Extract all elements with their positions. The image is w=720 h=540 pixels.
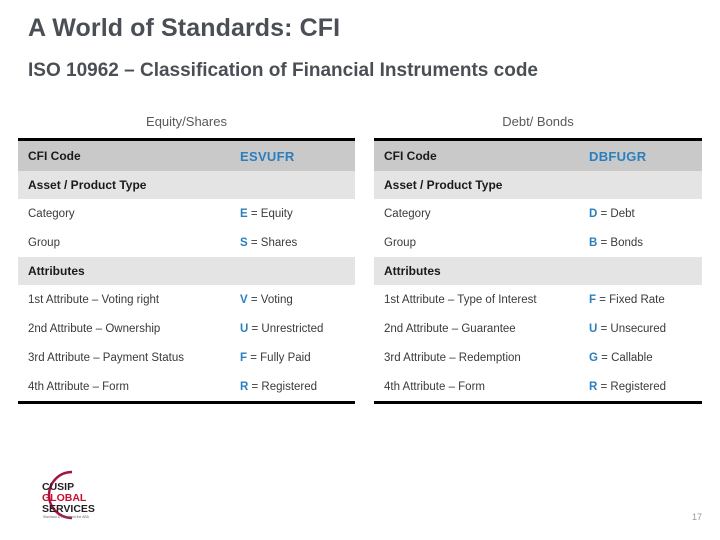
table-row: CFI Code ESVUFR [18,141,355,171]
cfi-table-debt: CFI Code DBFUGR Asset / Product Type Cat… [374,138,702,404]
row-label: 3rd Attribute – Redemption [374,352,589,364]
row-label: 4th Attribute – Form [374,381,589,393]
row-code-meaning: = Unrestricted [252,323,324,335]
page-number: 17 [692,512,702,522]
row-code-letter: F [589,294,596,306]
table-row: 4th Attribute – Form R = Registered [18,372,355,401]
cfi-code-label: CFI Code [374,149,589,163]
row-value: V = Voting [240,294,355,306]
row-value: R = Registered [589,381,702,393]
row-code-meaning: = Fully Paid [250,352,310,364]
column-caption-equity: Equity/Shares [18,114,355,129]
row-code-letter: R [589,381,597,393]
row-value: U = Unsecured [589,323,702,335]
row-code-letter: V [240,294,248,306]
section-heading-row: Attributes [374,257,702,285]
row-code-meaning: = Voting [251,294,293,306]
row-code-letter: R [240,381,248,393]
row-value: D = Debt [589,208,702,220]
row-code-letter: S [240,237,248,249]
table-row: 4th Attribute – Form R = Registered [374,372,702,401]
cfi-code-label: CFI Code [18,149,240,163]
row-code-letter: U [589,323,597,335]
cusip-global-services-logo: CUSIP GLOBAL SERVICES Standard & Poor's … [22,468,98,522]
row-value: F = Fully Paid [240,352,355,364]
table-row: Category E = Equity [18,199,355,228]
section-heading-row: Attributes [18,257,355,285]
row-code-meaning: = Debt [601,208,635,220]
table-row: Category D = Debt [374,199,702,228]
section-heading-row: Asset / Product Type [18,171,355,199]
row-code-letter: F [240,352,247,364]
row-code-meaning: = Equity [251,208,293,220]
row-code-meaning: = Bonds [601,237,644,249]
row-value: F = Fixed Rate [589,294,702,306]
row-code-letter: E [240,208,248,220]
cfi-code-value: DBFUGR [589,149,702,164]
row-label: 2nd Attribute – Guarantee [374,323,589,335]
table-row: CFI Code DBFUGR [374,141,702,171]
column-caption-debt: Debt/ Bonds [374,114,702,129]
row-code-letter: G [589,352,598,364]
row-code-meaning: = Shares [251,237,297,249]
table-row: 1st Attribute – Voting right V = Voting [18,285,355,314]
cfi-code-value: ESVUFR [240,149,355,164]
row-label: Group [18,237,240,249]
row-code-meaning: = Registered [252,381,318,393]
row-value: E = Equity [240,208,355,220]
logo-line-3: SERVICES [42,503,95,515]
row-value: B = Bonds [589,237,702,249]
row-label: Group [374,237,589,249]
row-value: U = Unrestricted [240,323,355,335]
table-row: Group B = Bonds [374,228,702,257]
table-row: 2nd Attribute – Guarantee U = Unsecured [374,314,702,343]
section-heading-row: Asset / Product Type [374,171,702,199]
cfi-table-equity: CFI Code ESVUFR Asset / Product Type Cat… [18,138,355,404]
section-heading: Asset / Product Type [18,178,240,192]
row-value: G = Callable [589,352,702,364]
row-label: Category [18,208,240,220]
table-row: 3rd Attribute – Redemption G = Callable [374,343,702,372]
row-code-meaning: = Unsecured [601,323,667,335]
row-label: 3rd Attribute – Payment Status [18,352,240,364]
row-label: 1st Attribute – Type of Interest [374,294,589,306]
page-title: A World of Standards: CFI [28,14,340,43]
table-row: 3rd Attribute – Payment Status F = Fully… [18,343,355,372]
row-label: 4th Attribute – Form [18,381,240,393]
row-label: Category [374,208,589,220]
logo-tagline-right: and the ABA [70,515,90,519]
page-subtitle: ISO 10962 – Classification of Financial … [28,60,538,82]
row-code-meaning: = Fixed Rate [599,294,665,306]
row-label: 2nd Attribute – Ownership [18,323,240,335]
row-code-meaning: = Callable [601,352,652,364]
table-row: 2nd Attribute – Ownership U = Unrestrict… [18,314,355,343]
row-code-letter: B [589,237,597,249]
section-heading: Attributes [18,264,240,278]
logo-tagline-left: Standard & Poor's [43,515,71,519]
row-label: 1st Attribute – Voting right [18,294,240,306]
table-row: Group S = Shares [18,228,355,257]
row-value: S = Shares [240,237,355,249]
row-code-meaning: = Registered [601,381,667,393]
section-heading: Asset / Product Type [374,178,589,192]
row-value: R = Registered [240,381,355,393]
section-heading: Attributes [374,264,589,278]
row-code-letter: D [589,208,597,220]
table-row: 1st Attribute – Type of Interest F = Fix… [374,285,702,314]
row-code-letter: U [240,323,248,335]
logo-artwork: CUSIP GLOBAL SERVICES Standard & Poor's … [22,468,98,522]
